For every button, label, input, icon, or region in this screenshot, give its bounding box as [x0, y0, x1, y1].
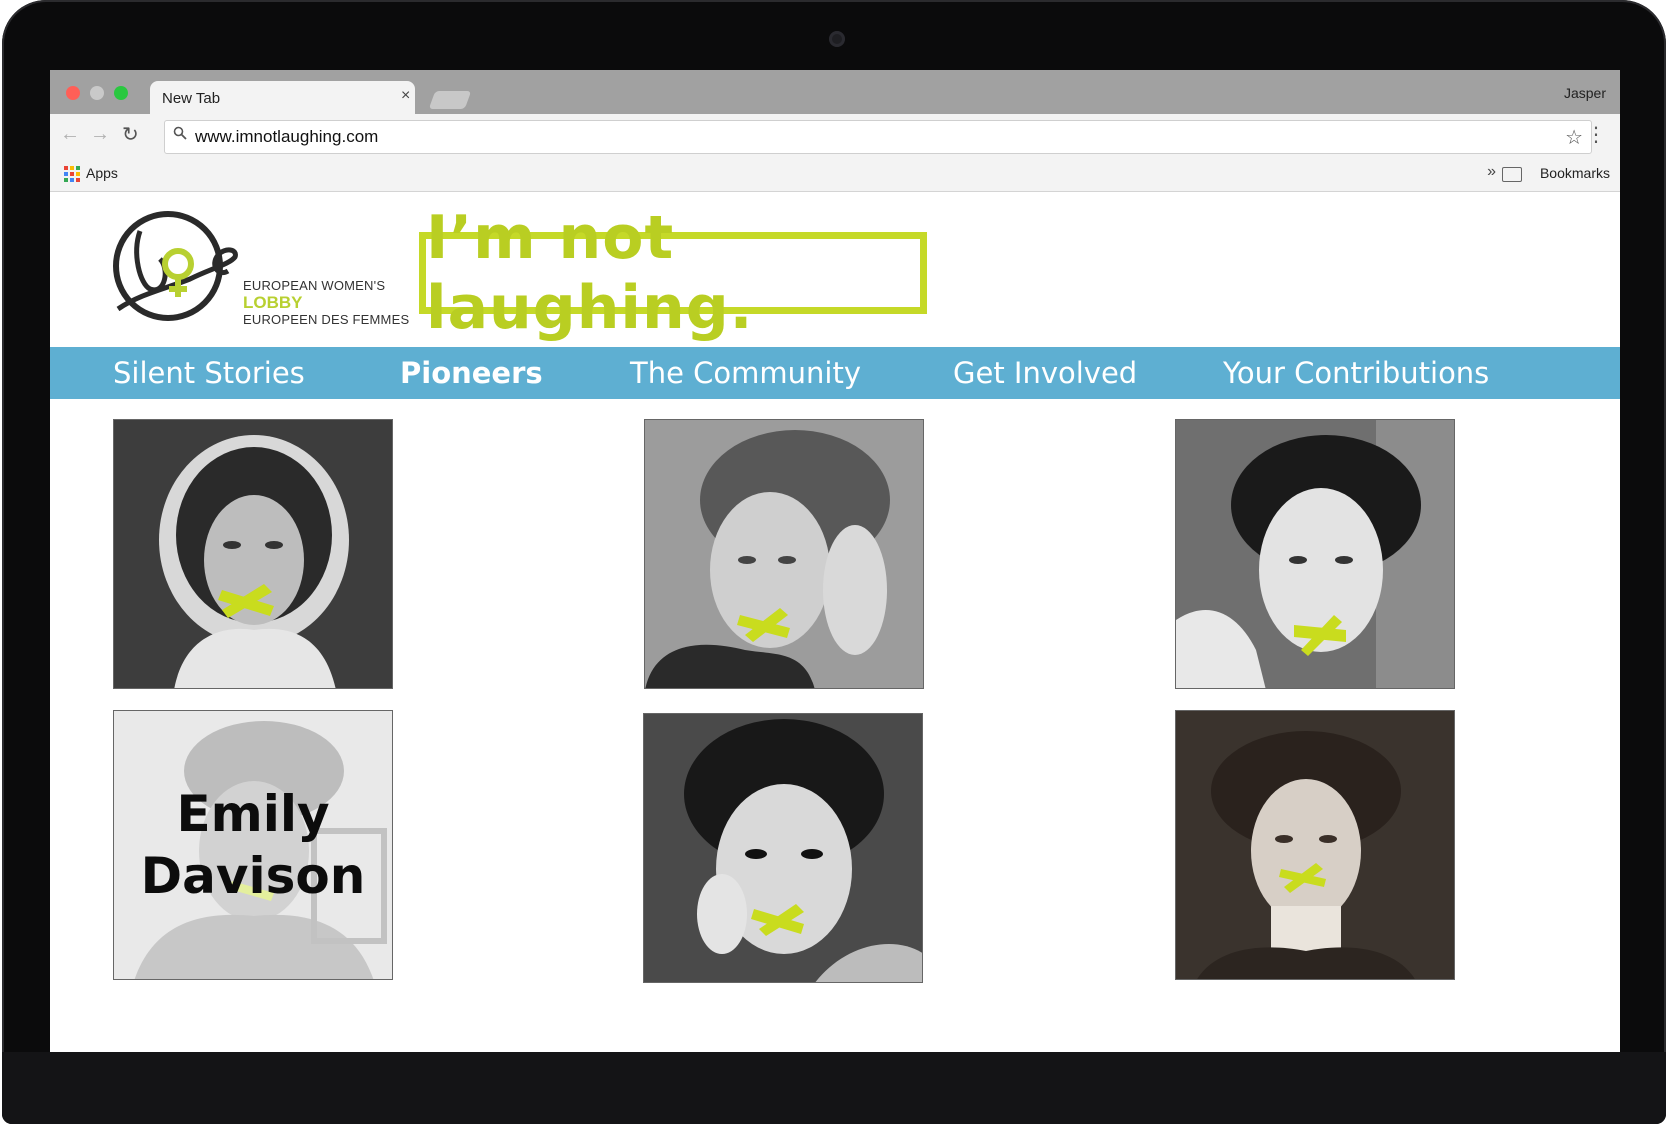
caption-line1: Emily — [176, 785, 330, 843]
portrait-image — [644, 714, 922, 982]
browser-toolbar: ← → ↻ www.imnotlaughing.com ☆ ⋮ — [50, 114, 1620, 158]
minimize-window-button[interactable] — [90, 86, 104, 100]
maximize-window-button[interactable] — [114, 86, 128, 100]
portrait-tile[interactable] — [643, 713, 923, 983]
portrait-tile[interactable] — [644, 419, 924, 689]
laptop-chin — [2, 1052, 1666, 1124]
star-icon[interactable]: ☆ — [1565, 125, 1583, 150]
portrait-image — [645, 420, 923, 688]
url-text[interactable]: www.imnotlaughing.com — [195, 127, 378, 147]
menu-dots-icon[interactable]: ⋮ — [1586, 122, 1606, 147]
screen: New Tab × Jasper ← → ↻ www.imnotlaughing… — [50, 70, 1620, 1053]
tab-strip: New Tab × Jasper — [50, 70, 1620, 114]
profile-name[interactable]: Jasper — [1564, 85, 1606, 101]
logo-line2: LOBBY — [243, 293, 303, 312]
portrait-image — [1176, 711, 1454, 979]
slogan-text: I’m not laughing. — [426, 203, 754, 343]
portrait-tile-emily-davison[interactable]: Emily Davison — [113, 710, 393, 980]
apps-grid-icon[interactable] — [64, 166, 80, 182]
caption-line2: Davison — [140, 847, 366, 905]
search-icon — [173, 126, 187, 144]
nav-your-contributions[interactable]: Your Contributions — [1223, 356, 1489, 390]
reload-icon[interactable]: ↻ — [122, 122, 139, 147]
close-window-button[interactable] — [66, 86, 80, 100]
portrait-tile[interactable] — [1175, 419, 1455, 689]
tab-title: New Tab — [162, 90, 221, 107]
portrait-image — [114, 420, 392, 688]
webcam — [829, 31, 845, 47]
portrait-caption: Emily Davison — [114, 711, 392, 979]
apps-link[interactable]: Apps — [86, 165, 118, 181]
address-bar[interactable]: www.imnotlaughing.com ☆ — [164, 120, 1592, 154]
nav-the-community[interactable]: The Community — [630, 356, 861, 390]
web-page: EUROPEAN WOMEN'S LOBBY EUROPEEN DES FEMM… — [50, 192, 1620, 1053]
logo-line3: EUROPEEN DES FEMMES — [243, 312, 410, 327]
bookmarks-overflow-button[interactable]: » — [1487, 163, 1496, 181]
main-nav: Silent Stories Pioneers The Community Ge… — [50, 347, 1620, 399]
portrait-image — [1176, 420, 1454, 688]
logo-mark-icon — [113, 211, 238, 321]
back-arrow-icon[interactable]: ← — [60, 123, 80, 146]
logo-text: EUROPEAN WOMEN'S LOBBY EUROPEEN DES FEMM… — [243, 277, 409, 328]
portrait-tile[interactable] — [1175, 710, 1455, 980]
slogan-banner: I’m not laughing. — [419, 203, 927, 343]
forward-arrow-icon[interactable]: → — [90, 123, 110, 146]
tab-close-icon[interactable]: × — [401, 87, 410, 105]
logo-line1: EUROPEAN WOMEN'S — [243, 278, 386, 293]
folder-icon — [1502, 167, 1522, 182]
portrait-tile[interactable] — [113, 419, 393, 689]
bookmarks-folder[interactable]: Bookmarks — [1540, 165, 1610, 181]
nav-get-involved[interactable]: Get Involved — [953, 356, 1137, 390]
new-tab-button[interactable] — [428, 91, 472, 109]
nav-pioneers[interactable]: Pioneers — [400, 356, 543, 390]
nav-silent-stories[interactable]: Silent Stories — [113, 356, 305, 390]
bookmarks-bar: Apps » Bookmarks — [50, 158, 1620, 192]
site-logo[interactable]: EUROPEAN WOMEN'S LOBBY EUROPEEN DES FEMM… — [110, 209, 410, 329]
